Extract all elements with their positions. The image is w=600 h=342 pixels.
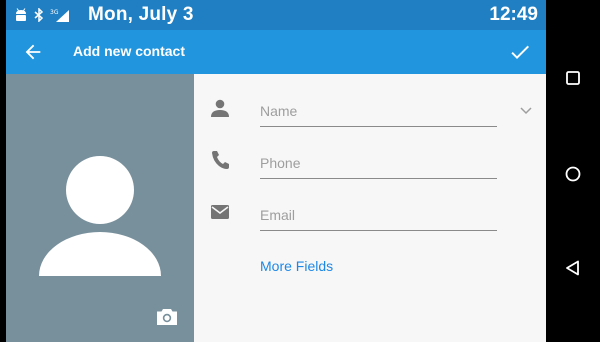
email-input[interactable] — [260, 200, 497, 231]
contact-form: More Fields — [194, 74, 546, 342]
phone-icon — [212, 151, 229, 169]
3g-signal-icon: 3G — [50, 9, 69, 22]
recents-square-icon[interactable] — [563, 68, 583, 88]
check-icon[interactable] — [508, 40, 532, 64]
android-icon — [16, 8, 26, 21]
name-field-row — [194, 94, 546, 134]
email-field-row — [194, 198, 546, 238]
network-type-label: 3G — [50, 9, 59, 16]
page-title: Add new contact — [73, 43, 186, 59]
home-circle-icon[interactable] — [563, 164, 583, 184]
arrow-back-icon[interactable] — [22, 41, 44, 63]
more-fields-link[interactable]: More Fields — [260, 258, 333, 274]
contact-photo-panel[interactable] — [6, 74, 194, 342]
back-triangle-icon[interactable] — [563, 258, 583, 278]
camera-icon[interactable] — [156, 308, 178, 326]
phone-field-row — [194, 146, 546, 186]
person-icon — [211, 99, 229, 117]
phone-screen: 3G Mon, July 3 12:49 Add new contact Nam… — [6, 0, 546, 342]
status-time: 12:49 — [489, 4, 538, 25]
bluetooth-icon — [34, 8, 44, 22]
chevron-down-icon[interactable] — [520, 107, 532, 115]
status-icons: 3G — [14, 7, 70, 23]
email-icon — [211, 205, 229, 219]
avatar-body — [39, 232, 161, 276]
name-input[interactable] — [260, 96, 497, 127]
navigation-bar — [546, 0, 600, 342]
status-bar: 3G Mon, July 3 12:49 — [6, 0, 546, 30]
status-date: Mon, July 3 — [88, 4, 194, 25]
app-bar: Add new contact — [6, 30, 546, 74]
avatar-head — [66, 156, 134, 224]
phone-input[interactable] — [260, 148, 497, 179]
